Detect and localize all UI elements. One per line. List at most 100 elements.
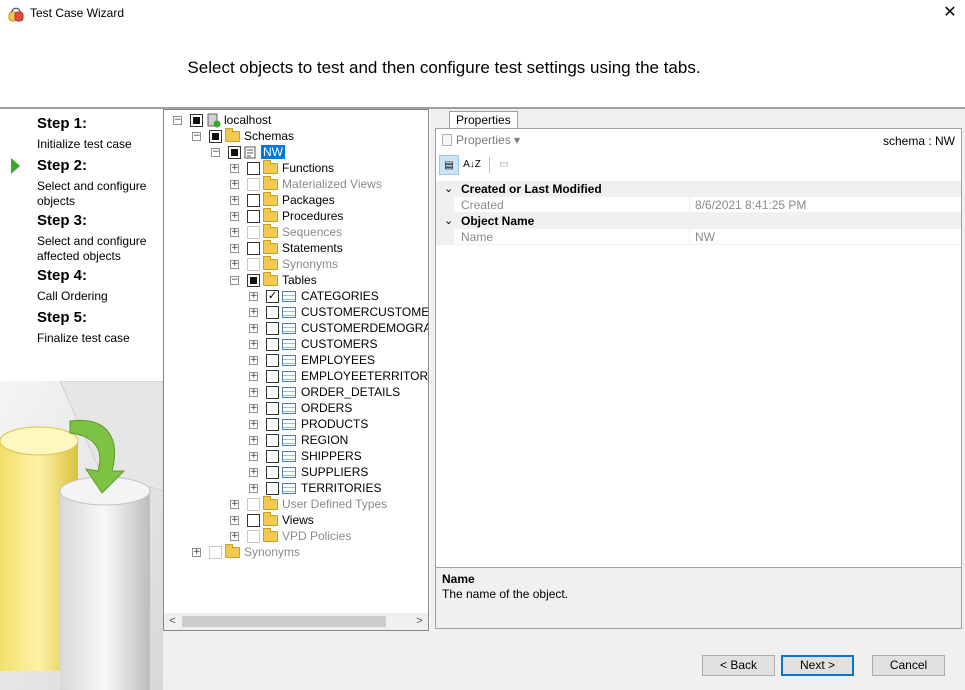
- expand-icon[interactable]: +: [249, 340, 258, 349]
- tree-checkbox[interactable]: [266, 418, 279, 431]
- tree-checkbox[interactable]: [247, 210, 260, 223]
- tree-checkbox[interactable]: [266, 434, 279, 447]
- tree-checkbox[interactable]: [266, 402, 279, 415]
- expand-icon[interactable]: +: [230, 196, 239, 205]
- tree-node-table[interactable]: + EMPLOYEETERRITORIES: [164, 368, 428, 384]
- tree-node-nw-schema[interactable]: − NW: [164, 144, 428, 160]
- tree-node-tables[interactable]: − Tables: [164, 272, 428, 288]
- tree-horizontal-scrollbar[interactable]: < >: [164, 613, 428, 630]
- collapse-icon[interactable]: −: [173, 116, 182, 125]
- tree-checkbox[interactable]: [266, 386, 279, 399]
- tree-node-procedures[interactable]: + Procedures: [164, 208, 428, 224]
- table-icon: [282, 307, 296, 318]
- expand-icon[interactable]: +: [249, 372, 258, 381]
- tree-checkbox[interactable]: [266, 338, 279, 351]
- scroll-left-arrow-icon[interactable]: <: [164, 613, 181, 630]
- tree-checkbox[interactable]: [228, 146, 241, 159]
- tree-checkbox[interactable]: [247, 162, 260, 175]
- tree-checkbox[interactable]: [266, 450, 279, 463]
- collapse-chevron-icon[interactable]: ⌄: [444, 214, 453, 227]
- tree-checkbox[interactable]: [247, 514, 260, 527]
- tree-node-table[interactable]: + CUSTOMERDEMOGRAPHICS: [164, 320, 428, 336]
- property-row-name[interactable]: Name NW: [436, 229, 961, 245]
- expand-icon[interactable]: +: [249, 388, 258, 397]
- expand-icon[interactable]: +: [249, 420, 258, 429]
- collapse-chevron-icon[interactable]: ⌄: [444, 182, 453, 195]
- expand-icon[interactable]: +: [249, 404, 258, 413]
- tree-node-table[interactable]: + SUPPLIERS: [164, 464, 428, 480]
- tree-node-table[interactable]: + SHIPPERS: [164, 448, 428, 464]
- collapse-icon[interactable]: −: [211, 148, 220, 157]
- tree-node-schemas[interactable]: − Schemas: [164, 128, 428, 144]
- property-row-created[interactable]: Created 8/6/2021 8:41:25 PM: [436, 197, 961, 213]
- tree-checkbox[interactable]: [247, 242, 260, 255]
- tree-checkbox[interactable]: [266, 370, 279, 383]
- tree-node-sequences[interactable]: + Sequences: [164, 224, 428, 240]
- table-icon: [282, 403, 296, 414]
- tree-node-table[interactable]: + EMPLOYEES: [164, 352, 428, 368]
- expand-icon[interactable]: +: [192, 548, 201, 557]
- expand-icon[interactable]: +: [249, 324, 258, 333]
- tree-node-table[interactable]: + CUSTOMERCUSTOMERDEMO: [164, 304, 428, 320]
- scroll-right-arrow-icon[interactable]: >: [411, 613, 428, 630]
- tree-node-synonyms[interactable]: + Synonyms: [164, 256, 428, 272]
- expand-icon[interactable]: +: [249, 484, 258, 493]
- tree-node-functions[interactable]: + Functions: [164, 160, 428, 176]
- tree-node-table[interactable]: + ✓ CATEGORIES: [164, 288, 428, 304]
- tree-checkbox-checked[interactable]: ✓: [266, 290, 279, 303]
- expand-icon[interactable]: +: [230, 516, 239, 525]
- scrollbar-thumb[interactable]: [182, 616, 386, 627]
- properties-dropdown-label: Properties: [456, 133, 511, 147]
- object-tree[interactable]: − localhost − Schemas − NW + Functions +…: [163, 109, 429, 631]
- properties-dropdown[interactable]: Properties ▾: [442, 133, 520, 147]
- expand-icon[interactable]: +: [249, 468, 258, 477]
- tree-node-vpd-policies[interactable]: + VPD Policies: [164, 528, 428, 544]
- tree-node-root-synonyms[interactable]: + Synonyms: [164, 544, 428, 560]
- tree-checkbox[interactable]: [266, 322, 279, 335]
- alphabetical-sort-button[interactable]: A↓Z: [462, 155, 482, 175]
- collapse-icon[interactable]: −: [192, 132, 201, 141]
- expand-icon[interactable]: +: [249, 436, 258, 445]
- tree-node-packages[interactable]: + Packages: [164, 192, 428, 208]
- tree-node-materialized-views[interactable]: + Materialized Views: [164, 176, 428, 192]
- tab-properties[interactable]: Properties: [449, 111, 518, 129]
- tree-node-views[interactable]: + Views: [164, 512, 428, 528]
- category-object-name[interactable]: ⌄ Object Name: [436, 213, 961, 229]
- tree-checkbox[interactable]: [190, 114, 203, 127]
- expand-icon[interactable]: +: [230, 212, 239, 221]
- tree-checkbox[interactable]: [266, 306, 279, 319]
- expand-icon[interactable]: +: [249, 452, 258, 461]
- tree-node-table[interactable]: + TERRITORIES: [164, 480, 428, 496]
- tree-checkbox[interactable]: [266, 354, 279, 367]
- tree-node-statements[interactable]: + Statements: [164, 240, 428, 256]
- expand-icon[interactable]: +: [230, 180, 239, 189]
- tree-node-table[interactable]: + CUSTOMERS: [164, 336, 428, 352]
- tree-checkbox[interactable]: [266, 482, 279, 495]
- tree-node-table[interactable]: + ORDERS: [164, 400, 428, 416]
- tree-node-user-defined-types[interactable]: + User Defined Types: [164, 496, 428, 512]
- next-button[interactable]: Next >: [781, 655, 854, 676]
- tree-checkbox[interactable]: [247, 194, 260, 207]
- categorized-sort-button[interactable]: ▤: [439, 155, 459, 175]
- tree-checkbox[interactable]: [209, 130, 222, 143]
- tree-node-table[interactable]: + PRODUCTS: [164, 416, 428, 432]
- expand-icon[interactable]: +: [249, 356, 258, 365]
- back-button[interactable]: < Back: [702, 655, 775, 676]
- tree-node-localhost[interactable]: − localhost: [164, 112, 428, 128]
- tree-checkbox[interactable]: [266, 466, 279, 479]
- tree-checkbox[interactable]: [247, 274, 260, 287]
- expand-icon[interactable]: +: [230, 228, 239, 237]
- collapse-icon[interactable]: −: [230, 276, 239, 285]
- category-created-or-last-modified[interactable]: ⌄ Created or Last Modified: [436, 181, 961, 197]
- expand-icon[interactable]: +: [230, 260, 239, 269]
- cancel-button[interactable]: Cancel: [872, 655, 945, 676]
- close-button[interactable]: ✕: [935, 2, 965, 24]
- tree-node-table[interactable]: + REGION: [164, 432, 428, 448]
- tree-node-table[interactable]: + ORDER_DETAILS: [164, 384, 428, 400]
- expand-icon[interactable]: +: [230, 532, 239, 541]
- expand-icon[interactable]: +: [230, 244, 239, 253]
- expand-icon[interactable]: +: [249, 292, 258, 301]
- expand-icon[interactable]: +: [230, 500, 239, 509]
- expand-icon[interactable]: +: [249, 308, 258, 317]
- expand-icon[interactable]: +: [230, 164, 239, 173]
